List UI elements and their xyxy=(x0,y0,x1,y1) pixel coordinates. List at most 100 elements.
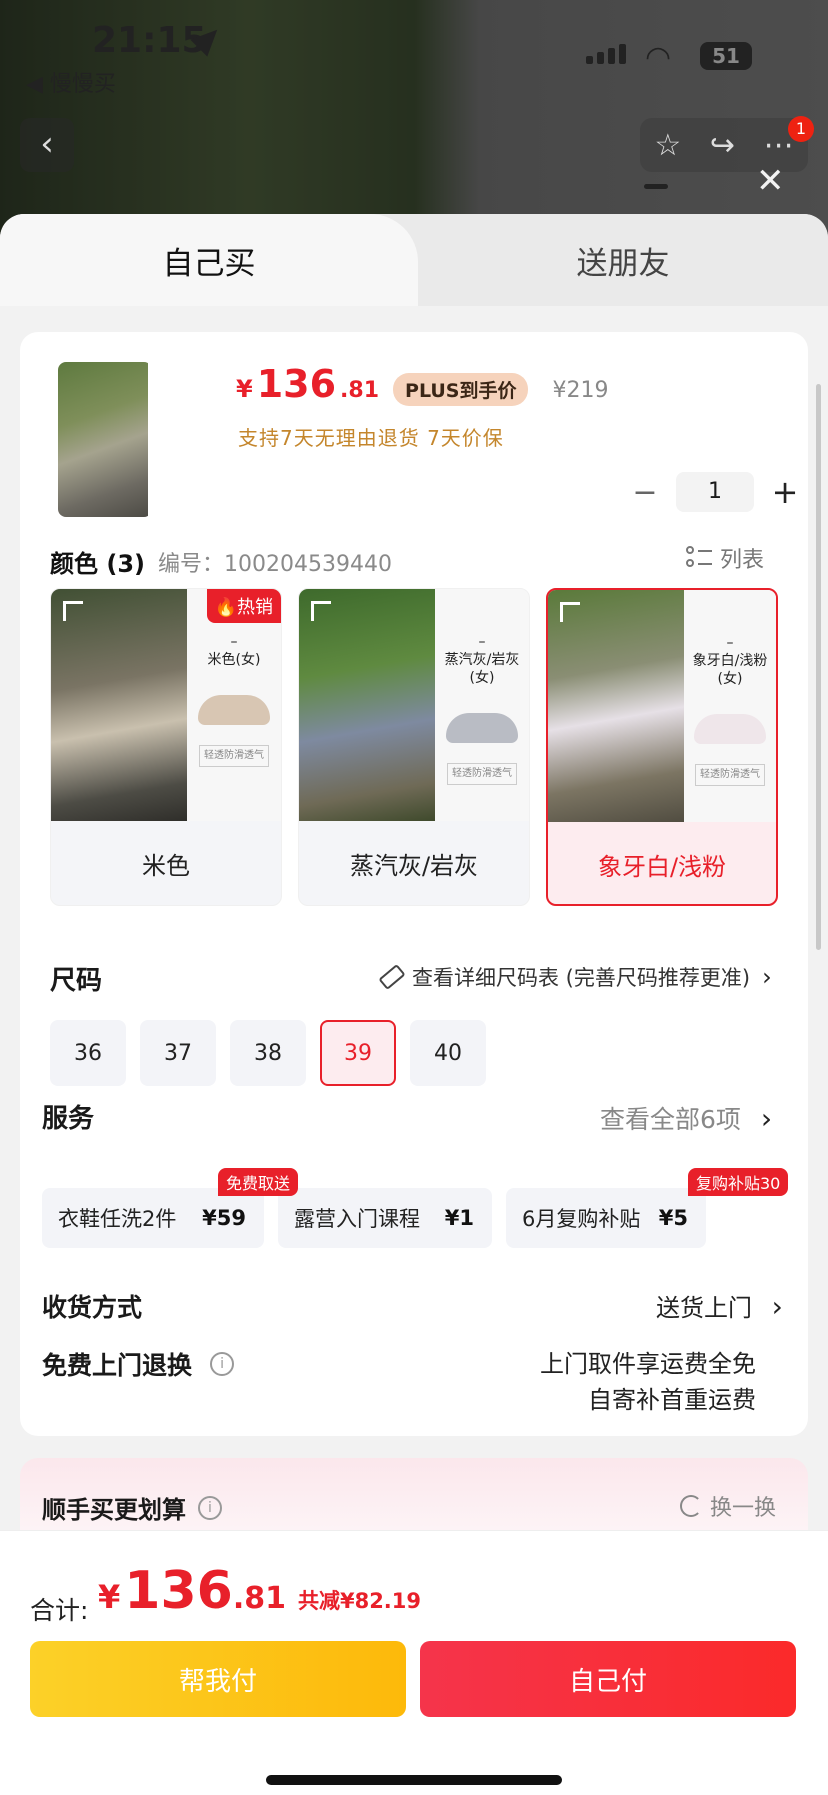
swatch-side-text: – 米色(女) xyxy=(207,634,261,668)
swatch-image: – 米色(女) 轻透防滑透气 xyxy=(51,589,281,821)
service-item[interactable]: 6月复购补贴 ¥5 xyxy=(506,1188,706,1248)
size-chart-label: 查看详细尺码表 (完善尺码推荐更准) xyxy=(412,966,751,990)
expand-icon[interactable] xyxy=(560,602,580,622)
product-thumbnail[interactable] xyxy=(58,362,152,517)
quantity-value[interactable]: 1 xyxy=(676,472,754,512)
price-symbol: ¥ xyxy=(236,375,253,403)
sheet-handle xyxy=(644,184,668,189)
color-title: 颜色 (3) xyxy=(50,550,145,578)
service-price: ¥59 xyxy=(202,1206,246,1230)
return-title-row: 免费上门退换 i xyxy=(42,1346,235,1382)
service-price: ¥1 xyxy=(444,1206,474,1230)
list-view-label: 列表 xyxy=(720,548,765,573)
service-options: 衣鞋任洗2件 ¥59 露营入门课程 ¥1 6月复购补贴 ¥5 xyxy=(42,1188,808,1248)
color-swatches: – 米色(女) 轻透防滑透气 🔥热销 米色 – 蒸汽灰/岩灰 (女) 轻透防滑透… xyxy=(50,588,778,906)
service-item[interactable]: 露营入门课程 ¥1 xyxy=(278,1188,492,1248)
size-option[interactable]: 40 xyxy=(410,1020,486,1086)
size-option-selected[interactable]: 39 xyxy=(320,1020,396,1086)
scrollbar[interactable] xyxy=(816,384,821,950)
back-to-app[interactable]: ◀ 慢慢买 xyxy=(26,66,116,98)
delivery-method[interactable]: 送货上门 › xyxy=(656,1288,783,1323)
service-tag: 免费取送 xyxy=(218,1168,299,1196)
list-view-toggle[interactable]: 列表 xyxy=(686,542,764,574)
service-name: 6月复购补贴 xyxy=(522,1207,641,1231)
background-page: 21:15 ◀ 慢慢买 ◠ 51 ‹ ☆ ↪ ⋯ 1 ✕ xyxy=(0,0,828,240)
size-options: 36 37 38 39 40 xyxy=(50,1020,486,1086)
size-option[interactable]: 38 xyxy=(230,1020,306,1086)
color-option-beige[interactable]: – 米色(女) 轻透防滑透气 🔥热销 米色 xyxy=(50,588,282,906)
total-label: 合计: xyxy=(30,1596,89,1625)
size-option[interactable]: 36 xyxy=(50,1020,126,1086)
hot-sale-tag: 🔥热销 xyxy=(206,589,281,623)
ruler-icon xyxy=(378,963,406,991)
wifi-icon: ◠ xyxy=(645,40,672,75)
shoe-thumbnail xyxy=(694,714,766,744)
star-icon[interactable]: ☆ xyxy=(654,128,681,163)
total-integer: 136 xyxy=(124,1561,233,1621)
service-name: 露营入门课程 xyxy=(294,1207,420,1231)
refresh-icon xyxy=(680,1495,702,1517)
swatch-feature-tag: 轻透防滑透气 xyxy=(199,745,269,767)
shoe-thumbnail xyxy=(446,713,518,743)
color-option-ivory-pink[interactable]: – 象牙白/浅粉 (女) 轻透防滑透气 象牙白/浅粉 xyxy=(546,588,778,906)
upsell-title: 顺手买更划算 xyxy=(42,1496,186,1524)
plus-button[interactable]: + xyxy=(768,473,802,511)
view-all-services[interactable]: 查看全部6项 › xyxy=(600,1100,772,1136)
list-icon xyxy=(686,546,712,570)
swatch-side-text: – 蒸汽灰/岩灰 (女) xyxy=(444,634,520,686)
price-row: ¥ 136 .81 PLUS到手价 ¥219 xyxy=(236,362,608,406)
view-all-label: 查看全部6项 xyxy=(600,1105,741,1134)
color-option-label: 象牙白/浅粉 xyxy=(597,852,727,881)
upsell-title-row: 顺手买更划算 i xyxy=(42,1490,222,1525)
size-chart-link[interactable]: 查看详细尺码表 (完善尺码推荐更准) › xyxy=(378,962,772,992)
chevron-right-icon: › xyxy=(760,1102,773,1135)
share-icon[interactable]: ↪ xyxy=(710,128,735,163)
message-badge: 1 xyxy=(788,116,814,142)
color-option-grey[interactable]: – 蒸汽灰/岩灰 (女) 轻透防滑透气 蒸汽灰/岩灰 xyxy=(298,588,530,906)
return-line-1: 上门取件享运费全免 xyxy=(540,1350,756,1378)
service-name: 衣鞋任洗2件 xyxy=(58,1207,177,1231)
product-photo xyxy=(58,362,148,517)
expand-icon[interactable] xyxy=(63,601,83,621)
close-icon[interactable]: ✕ xyxy=(756,164,785,198)
guarantee-text: 支持7天无理由退货 7天价保 xyxy=(238,426,504,450)
info-icon[interactable]: i xyxy=(198,1495,222,1520)
product-options-card: ¥ 136 .81 PLUS到手价 ¥219 支持7天无理由退货 7天价保 − … xyxy=(20,332,808,1436)
back-icon[interactable]: ‹ xyxy=(20,118,74,172)
color-option-label: 蒸汽灰/岩灰 xyxy=(349,851,479,880)
sku-number: 编号：100204539440 xyxy=(158,552,392,577)
self-pay-button[interactable]: 自己付 xyxy=(420,1641,796,1717)
swap-label: 换一换 xyxy=(710,1496,777,1521)
swap-button[interactable]: 换一换 xyxy=(680,1490,776,1522)
total-symbol: ¥ xyxy=(98,1578,121,1616)
total-price: ¥ 136 .81 共减¥82.19 xyxy=(98,1561,421,1621)
swatch-image: – 象牙白/浅粉 (女) 轻透防滑透气 xyxy=(548,590,776,822)
swatch-feature-tag: 轻透防滑透气 xyxy=(447,763,517,785)
minus-button[interactable]: − xyxy=(628,475,662,510)
quantity-stepper: − 1 + xyxy=(628,472,802,512)
service-item[interactable]: 衣鞋任洗2件 ¥59 xyxy=(42,1188,264,1248)
checkout-footer: 合计: ¥ 136 .81 共减¥82.19 帮我付 自己付 xyxy=(0,1530,828,1795)
total-saved: 共减¥82.19 xyxy=(297,1589,422,1613)
return-title: 免费上门退换 xyxy=(42,1351,193,1380)
swatch-side-text: – 象牙白/浅粉 (女) xyxy=(692,635,768,687)
service-title: 服务 xyxy=(42,1104,95,1134)
chevron-right-icon: › xyxy=(762,963,772,991)
purchase-tabs: 自己买 送朋友 xyxy=(0,214,828,306)
help-pay-button[interactable]: 帮我付 xyxy=(30,1641,406,1717)
info-icon[interactable]: i xyxy=(210,1352,235,1376)
tab-self-buy[interactable]: 自己买 xyxy=(0,214,418,306)
color-option-label: 米色 xyxy=(142,851,190,880)
size-title: 尺码 xyxy=(50,966,103,996)
service-price: ¥5 xyxy=(658,1206,688,1230)
return-details: 上门取件享运费全免 自寄补首重运费 xyxy=(420,1346,756,1418)
swatch-feature-tag: 轻透防滑透气 xyxy=(695,764,765,786)
size-option[interactable]: 37 xyxy=(140,1020,216,1086)
expand-icon[interactable] xyxy=(311,601,331,621)
price-decimal: .81 xyxy=(340,378,380,403)
delivery-title: 收货方式 xyxy=(42,1293,143,1322)
price-integer: 136 xyxy=(256,362,337,406)
battery-icon: 51 xyxy=(700,42,752,70)
shoe-thumbnail xyxy=(198,695,270,725)
tab-gift[interactable]: 送朋友 xyxy=(418,214,828,306)
